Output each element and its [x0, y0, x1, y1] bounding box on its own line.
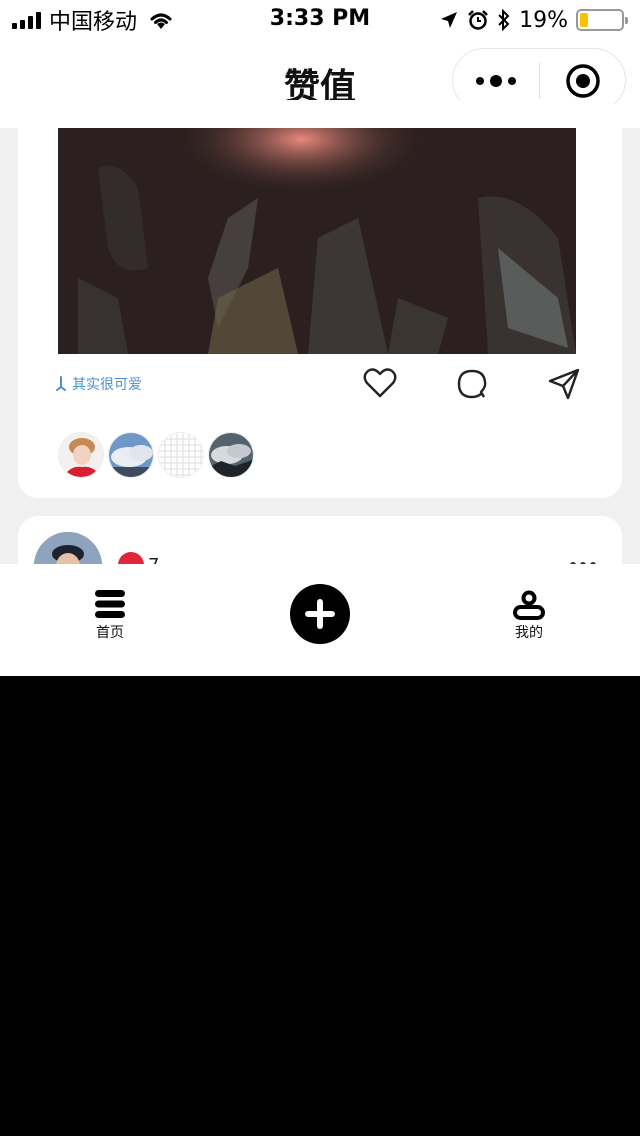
app-screen: 中国移动 3:33 PM 19% 赞值 其实很可爱 首页 我的	[0, 0, 640, 676]
location-arrow-icon	[441, 12, 458, 28]
status-bar: 中国移动 3:33 PM 19%	[0, 0, 640, 40]
post-photo[interactable]	[58, 128, 576, 354]
plus-icon[interactable]	[290, 584, 350, 644]
tab-bar: 首页 我的	[0, 564, 640, 676]
comment-icon[interactable]	[454, 366, 490, 402]
post-tag[interactable]: 其实很可爱	[56, 374, 142, 394]
profile-icon	[513, 590, 545, 620]
tab-mine[interactable]: 我的	[489, 588, 569, 642]
battery-percent: 19%	[519, 7, 568, 33]
avatar[interactable]	[108, 432, 154, 478]
battery-icon	[576, 9, 628, 31]
tab-home[interactable]: 首页	[70, 588, 150, 642]
tag-label: 其实很可爱	[72, 377, 142, 393]
tab-home-label: 首页	[96, 625, 124, 641]
alarm-icon	[468, 10, 488, 30]
avatar[interactable]	[58, 432, 104, 478]
share-icon[interactable]	[546, 366, 582, 402]
tag-icon	[56, 376, 66, 391]
bluetooth-icon	[498, 9, 510, 31]
avatar[interactable]	[158, 432, 204, 478]
tab-mine-label: 我的	[515, 625, 543, 641]
battery-fill	[580, 13, 588, 27]
avatar[interactable]	[208, 432, 254, 478]
heart-icon[interactable]	[362, 366, 398, 402]
liker-avatars	[58, 432, 258, 478]
post-card: 其实很可爱	[18, 100, 622, 498]
home-icon	[95, 590, 125, 618]
